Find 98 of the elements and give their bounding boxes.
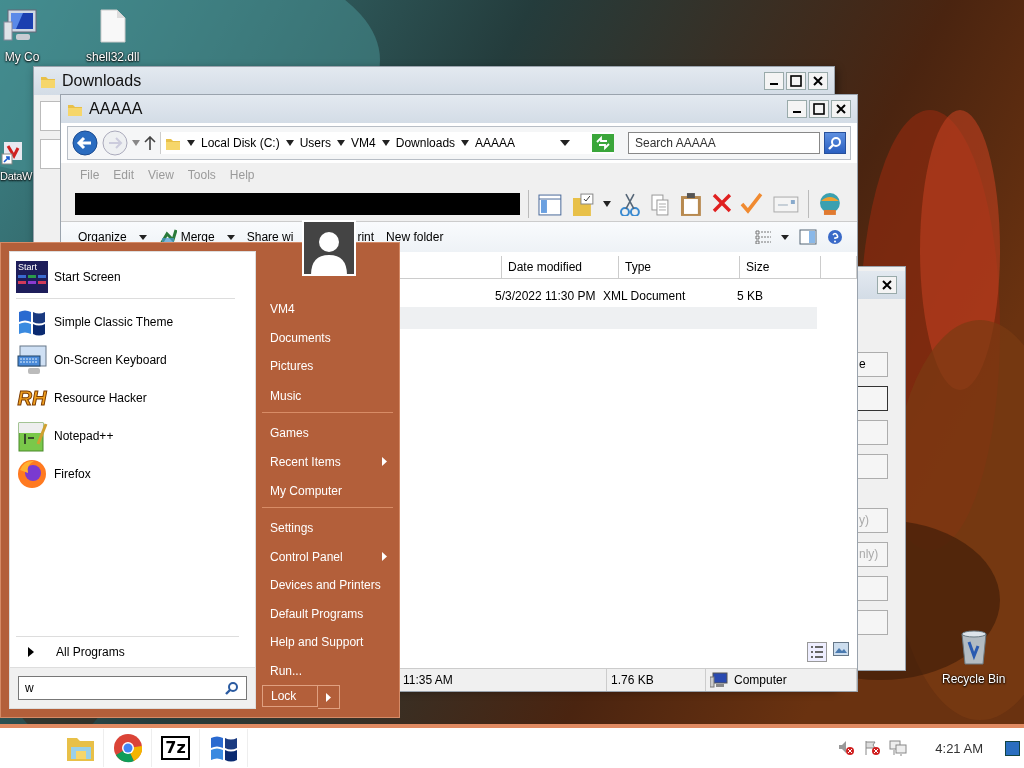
maximize-icon[interactable] — [813, 103, 825, 115]
details-view-icon[interactable] — [807, 642, 827, 662]
caret-icon[interactable] — [781, 234, 789, 240]
command-button[interactable]: New folder — [383, 227, 447, 247]
breadcrumb-item[interactable]: Downloads — [395, 136, 456, 150]
menu-item[interactable]: Notepad++ — [16, 417, 249, 455]
list-view-icon[interactable] — [755, 230, 771, 244]
layout-icon[interactable] — [537, 192, 564, 216]
close-icon[interactable] — [835, 103, 847, 115]
menu-item[interactable]: Documents — [262, 323, 393, 352]
menu-item[interactable]: VM4 — [262, 295, 393, 324]
dialog-button[interactable]: e — [857, 352, 888, 377]
search-field[interactable]: Search AAAAA — [628, 132, 820, 154]
table-cell-text: 5 KB — [736, 289, 764, 303]
menu-item[interactable]: On-Screen Keyboard — [16, 341, 249, 379]
menu-item[interactable]: Start Start Screen — [16, 258, 235, 299]
search-field[interactable]: w — [18, 676, 247, 700]
menu-item[interactable]: Settings — [262, 514, 393, 543]
status-text: 11:35 AM — [403, 673, 453, 687]
icon-label: My Co — [4, 50, 40, 64]
search-icon — [225, 681, 239, 695]
icon-label: shell32.dll — [86, 50, 140, 64]
icon-label: Recycle Bin — [942, 672, 1006, 686]
caret-icon[interactable] — [337, 140, 346, 146]
notepad-icon — [16, 420, 48, 452]
speaker-muted-icon[interactable] — [837, 740, 856, 756]
window-title: AAAAA — [89, 100, 144, 118]
search-icon — [828, 136, 842, 150]
close-button[interactable] — [831, 100, 851, 118]
menu-item[interactable]: Pictures — [262, 351, 393, 381]
submenu-arrow-icon — [382, 457, 387, 467]
triangle-icon — [28, 647, 34, 657]
back-button[interactable] — [72, 130, 98, 156]
maximize-icon[interactable] — [790, 75, 802, 87]
close-button[interactable] — [808, 72, 828, 90]
menu-item[interactable]: My Computer — [262, 475, 393, 509]
close-button[interactable] — [877, 276, 897, 294]
caret-icon[interactable] — [138, 234, 147, 240]
browser-icon[interactable] — [111, 732, 144, 764]
tile-icon: Start — [16, 261, 48, 293]
menu-item[interactable]: Default Programs — [262, 599, 393, 629]
status-text: 1.76 KB — [611, 673, 654, 687]
breadcrumb-item[interactable]: VM4 — [351, 136, 376, 150]
table-cell-text: XML Document — [602, 289, 687, 303]
table-cell-text: 5/3/2022 11:30 PM — [494, 289, 593, 303]
keyboard-icon — [16, 344, 48, 376]
icon-label: DataW — [0, 170, 33, 182]
lock-button[interactable]: Lock — [262, 685, 318, 707]
submenu-arrow-icon — [382, 552, 387, 562]
lock-options-button[interactable] — [318, 685, 340, 709]
search-button[interactable] — [824, 132, 846, 154]
caret-icon[interactable] — [381, 140, 390, 146]
flag-error-icon[interactable] — [863, 740, 882, 756]
caret-icon[interactable] — [285, 140, 294, 146]
menu-item[interactable]: Games — [262, 418, 393, 448]
firefox-icon — [16, 458, 48, 490]
menu-item[interactable]: Simple Classic Theme — [16, 303, 249, 341]
menu-item[interactable]: Devices and Printers — [262, 571, 393, 600]
breadcrumb-item[interactable]: Users — [299, 136, 332, 150]
maximize-button[interactable] — [786, 72, 806, 90]
close-icon[interactable] — [881, 279, 893, 291]
user-avatar[interactable] — [302, 220, 356, 276]
network-icon[interactable] — [889, 740, 908, 756]
refresh-icon[interactable] — [592, 134, 614, 152]
globe-icon[interactable] — [817, 192, 843, 216]
dialog-button[interactable] — [857, 386, 888, 411]
maximize-button[interactable] — [809, 100, 829, 118]
computer-icon — [710, 672, 728, 688]
menu-item[interactable]: Run... — [262, 656, 393, 685]
dropdown-caret-icon[interactable] — [560, 140, 570, 146]
close-icon[interactable] — [812, 75, 824, 87]
breadcrumb-item[interactable]: AAAAA — [475, 136, 516, 150]
show-desktop-button[interactable] — [1005, 740, 1020, 756]
app-logo: RH — [16, 386, 48, 410]
scissors-icon[interactable] — [619, 192, 641, 216]
menu-item[interactable]: Music — [262, 380, 393, 413]
menu-item[interactable]: Firefox — [16, 455, 249, 493]
thumbnail-view-icon[interactable] — [833, 642, 849, 656]
minimize-button[interactable] — [764, 72, 784, 90]
window-title: Downloads — [62, 72, 143, 90]
help-icon[interactable] — [827, 229, 843, 245]
caret-icon[interactable] — [226, 234, 235, 240]
clipboard-icon[interactable] — [678, 192, 703, 216]
caret-icon[interactable] — [461, 140, 470, 146]
minimize-button[interactable] — [787, 100, 807, 118]
menu-item[interactable]: Recent Items — [262, 447, 393, 476]
taskbar-button[interactable]: 7z — [152, 729, 200, 767]
up-arrow-icon[interactable] — [144, 136, 156, 150]
menu-item[interactable]: RH Resource Hacker — [16, 379, 249, 417]
caret-icon[interactable] — [603, 201, 611, 207]
caret-icon[interactable] — [187, 140, 195, 146]
status-text: Computer — [734, 673, 787, 687]
arrow-icon[interactable] — [326, 692, 331, 702]
breadcrumb-item[interactable]: Local Disk (C:) — [201, 136, 280, 150]
clock[interactable]: 4:21 AM — [935, 740, 983, 756]
menu-item[interactable]: Help and Support — [262, 628, 393, 657]
checkmark-icon[interactable] — [740, 192, 765, 216]
menu-item[interactable]: Control Panel — [262, 542, 393, 572]
